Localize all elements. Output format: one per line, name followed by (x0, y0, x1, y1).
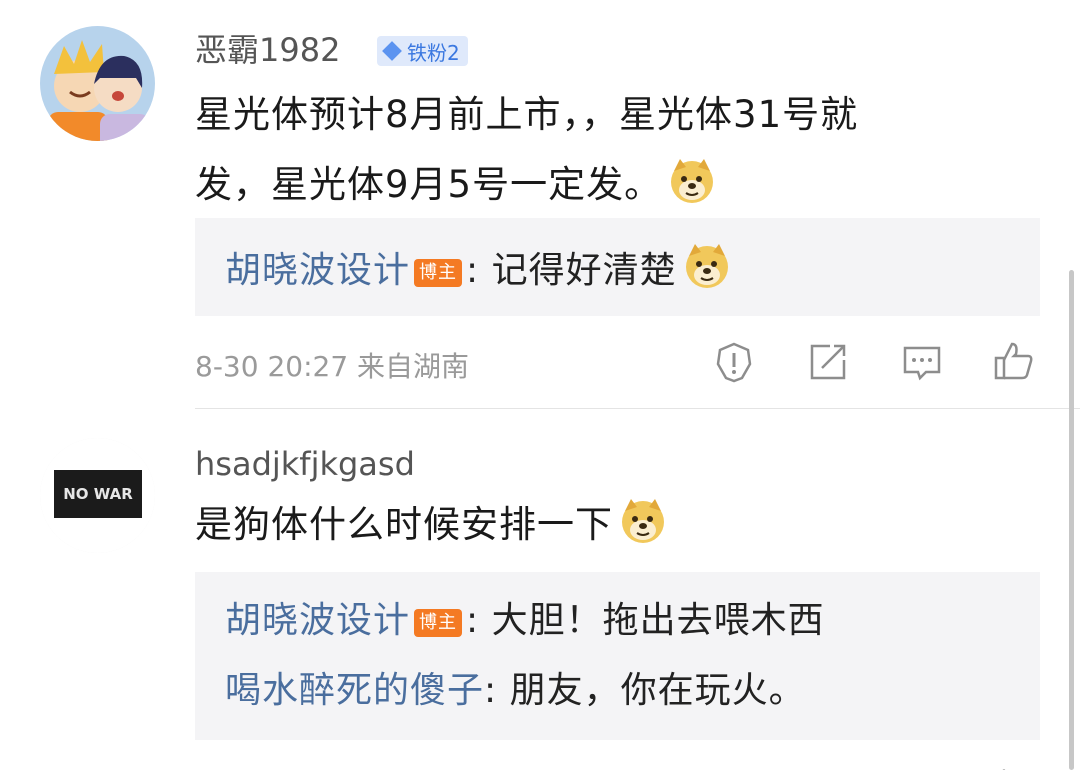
divider (195, 408, 1080, 409)
comment-item: NO WAR hsadjkfjkgasd 是狗体什么时候安排一下 胡晓波设计 博主… (0, 410, 1080, 770)
username[interactable]: 恶霸1982 (195, 30, 340, 70)
reply-username[interactable]: 胡晓波设计 (225, 600, 410, 641)
reply-text: 朋友，你在玩火。 (509, 670, 806, 711)
reply-line: 胡晓波设计 博主: 大胆！拖出去喂木西 (225, 596, 825, 646)
reply-separator: : (484, 670, 498, 711)
author-badge: 博主 (414, 259, 463, 287)
reply-separator: : (466, 250, 480, 291)
doge-emoji-icon (671, 159, 714, 203)
comment-text: 星光体预计8月前上市，，星光体31号就 发，星光体9月5号一定发。 (195, 80, 975, 220)
comment-text-line: 是狗体什么时候安排一下 (195, 490, 975, 560)
repost-icon[interactable] (806, 340, 850, 384)
reply-line: 喝水醉死的傻子: 朋友，你在玩火。 (225, 666, 806, 716)
like-icon[interactable] (992, 338, 1036, 382)
reply-box[interactable]: 胡晓波设计 博主: 大胆！拖出去喂木西 喝水醉死的傻子: 朋友，你在玩火。 (195, 572, 1040, 740)
author-badge: 博主 (414, 609, 463, 637)
doge-emoji-icon (622, 499, 664, 543)
diamond-icon (382, 41, 402, 61)
avatar-image (40, 26, 155, 141)
comment-text-line: 星光体预计8月前上市，，星光体31号就 (195, 93, 859, 136)
reply-username[interactable]: 胡晓波设计 (225, 250, 410, 291)
fan-badge-label: 铁粉2 (407, 40, 460, 65)
fan-badge: 铁粉2 (377, 36, 468, 66)
avatar-label: NO WAR (63, 485, 133, 503)
comment-meta: 8-30 20:27 来自湖南 (195, 350, 470, 383)
doge-emoji-icon (685, 244, 728, 288)
action-row-partial (700, 762, 1040, 770)
comment-text: 是狗体什么时候安排一下 (195, 490, 975, 560)
reply-text: 记得好清楚 (491, 250, 677, 291)
comment-item: 恶霸1982 铁粉2 星光体预计8月前上市，，星光体31号就 发，星光体9月5号… (0, 0, 1080, 410)
reply-username[interactable]: 喝水醉死的傻子 (225, 670, 484, 711)
report-icon[interactable] (712, 340, 756, 384)
reply-text: 大胆！拖出去喂木西 (491, 600, 825, 641)
comment-text-segment: 发，星光体9月5号一定发。 (195, 163, 663, 206)
avatar[interactable]: NO WAR (40, 438, 155, 553)
reply-box[interactable]: 胡晓波设计 博主: 记得好清楚 (195, 218, 1040, 316)
avatar[interactable] (40, 26, 155, 141)
comment-icon[interactable] (900, 340, 944, 384)
comment-text-segment: 是狗体什么时候安排一下 (195, 503, 613, 546)
reply-separator: : (466, 600, 480, 641)
scrollbar[interactable] (1069, 270, 1074, 770)
reply-line: 胡晓波设计 博主: 记得好清楚 (225, 242, 731, 296)
comment-text-line: 发，星光体9月5号一定发。 (195, 150, 975, 220)
username[interactable]: hsadjkfjkgasd (195, 444, 415, 484)
